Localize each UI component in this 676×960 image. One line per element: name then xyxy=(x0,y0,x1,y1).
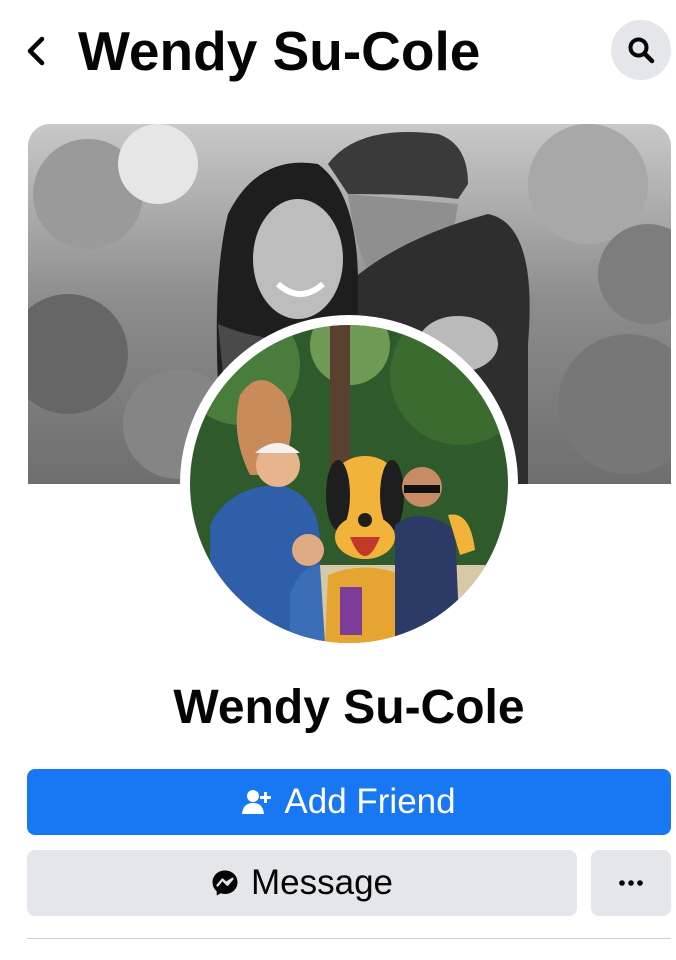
page-title: Wendy Su-Cole xyxy=(78,20,481,82)
more-options-button[interactable] xyxy=(591,850,671,916)
add-friend-label: Add Friend xyxy=(284,782,456,821)
message-label: Message xyxy=(250,863,394,902)
more-icon xyxy=(619,880,643,886)
search-button[interactable] xyxy=(611,20,671,80)
top-bar: Wendy Su-Cole xyxy=(0,0,676,105)
messenger-icon xyxy=(211,869,239,897)
profile-name: Wendy Su-Cole xyxy=(173,681,525,734)
add-friend-button[interactable]: Add Friend xyxy=(27,769,671,835)
section-divider xyxy=(27,938,671,939)
message-button[interactable]: Message xyxy=(27,850,577,916)
back-arrow-icon xyxy=(27,36,45,66)
profile-picture[interactable] xyxy=(190,325,508,643)
add-friend-icon xyxy=(242,789,272,815)
search-icon xyxy=(628,37,655,64)
back-button[interactable] xyxy=(18,28,54,74)
